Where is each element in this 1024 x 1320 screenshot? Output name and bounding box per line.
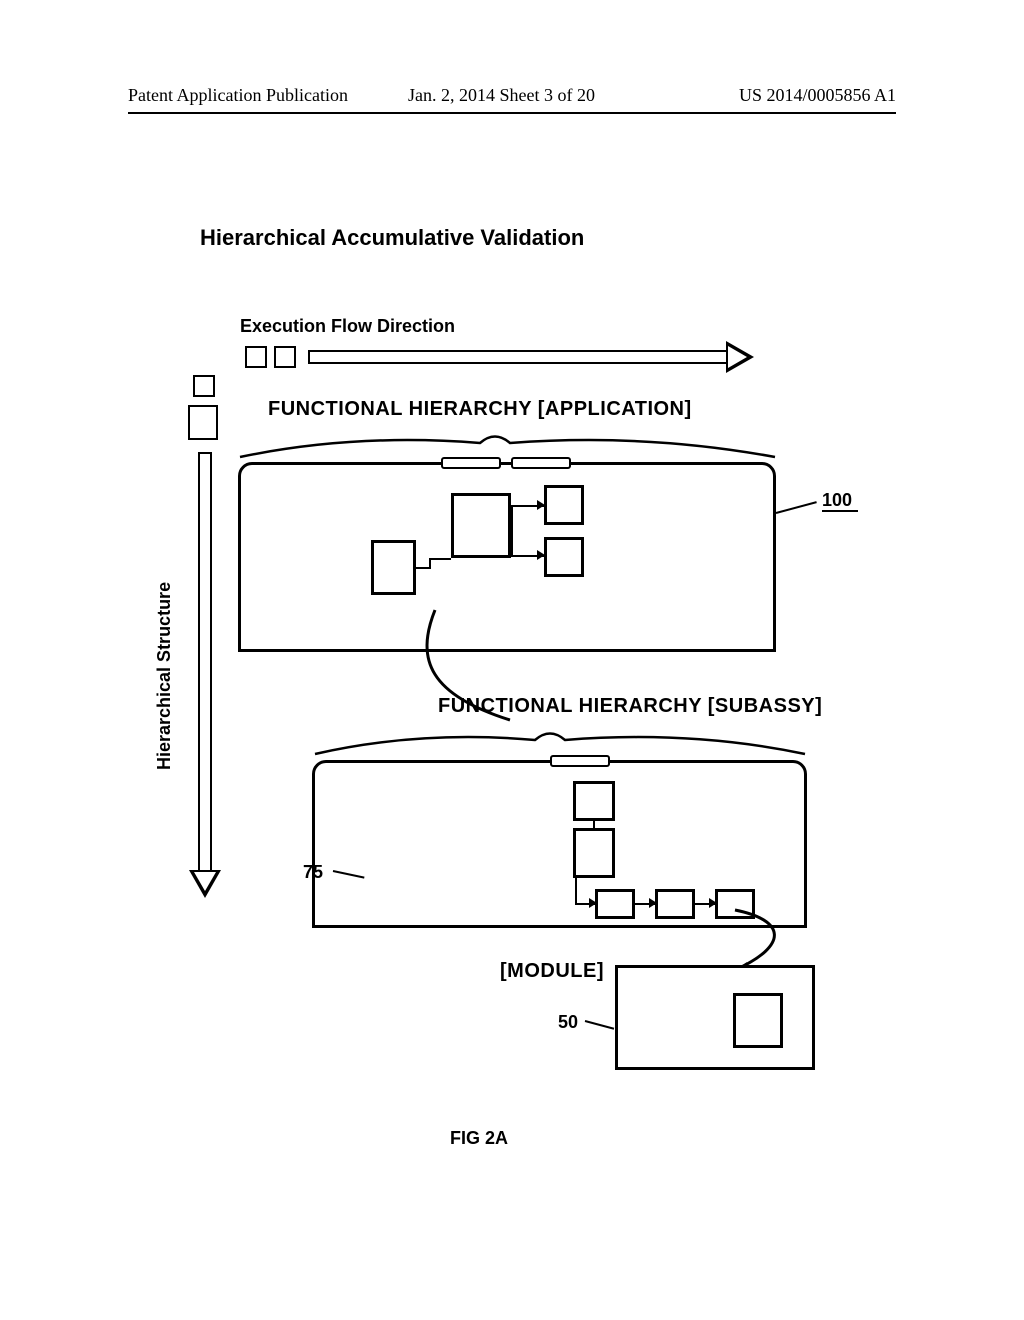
connector xyxy=(429,558,451,560)
legend-square xyxy=(245,346,267,368)
leader-line xyxy=(776,501,817,514)
leader-line xyxy=(585,1020,614,1030)
module-block xyxy=(655,889,695,919)
legend-square xyxy=(193,375,215,397)
header-rule xyxy=(128,112,896,114)
arrow-icon xyxy=(649,898,657,908)
module-block xyxy=(573,781,615,821)
diagram-title: Hierarchical Accumulative Validation xyxy=(200,225,584,251)
box-tab xyxy=(511,457,571,469)
hierarchical-structure-arrow xyxy=(193,452,225,907)
module-block xyxy=(733,993,783,1048)
header-publication: Patent Application Publication xyxy=(128,85,348,106)
module-block xyxy=(451,493,511,558)
header-date-sheet: Jan. 2, 2014 Sheet 3 of 20 xyxy=(408,85,595,106)
expand-connector xyxy=(380,600,580,740)
module-block xyxy=(544,537,584,577)
layer-application-label: FUNCTIONAL HIERARCHY [APPLICATION] xyxy=(268,398,692,421)
figure-caption: FIG 2A xyxy=(450,1128,508,1149)
arrow-icon xyxy=(537,500,545,510)
ref-100: 100 xyxy=(822,490,852,511)
module-box xyxy=(615,965,815,1070)
brace-icon xyxy=(235,425,780,465)
page: Patent Application Publication Jan. 2, 2… xyxy=(0,0,1024,1320)
ref-underline xyxy=(822,510,858,512)
connector xyxy=(575,878,577,903)
execution-flow-arrow xyxy=(308,343,763,375)
module-block xyxy=(544,485,584,525)
layer-module-label: [MODULE] xyxy=(500,960,604,983)
legend-square xyxy=(274,346,296,368)
hierarchical-structure-label: Hierarchical Structure xyxy=(154,582,175,770)
arrow-icon xyxy=(537,550,545,560)
box-tab xyxy=(550,755,610,767)
layer-subassy-label: FUNCTIONAL HIERARCHY [SUBASSY] xyxy=(438,695,822,718)
module-block xyxy=(371,540,416,595)
execution-flow-label: Execution Flow Direction xyxy=(240,316,455,337)
module-block xyxy=(573,828,615,878)
ref-75: 75 xyxy=(303,862,323,883)
box-tab xyxy=(441,457,501,469)
header-pub-number: US 2014/0005856 A1 xyxy=(739,85,896,106)
ref-50: 50 xyxy=(558,1012,578,1033)
connector xyxy=(511,505,513,557)
module-block xyxy=(595,889,635,919)
legend-square xyxy=(188,405,218,440)
arrow-icon xyxy=(589,898,597,908)
connector xyxy=(593,821,595,828)
